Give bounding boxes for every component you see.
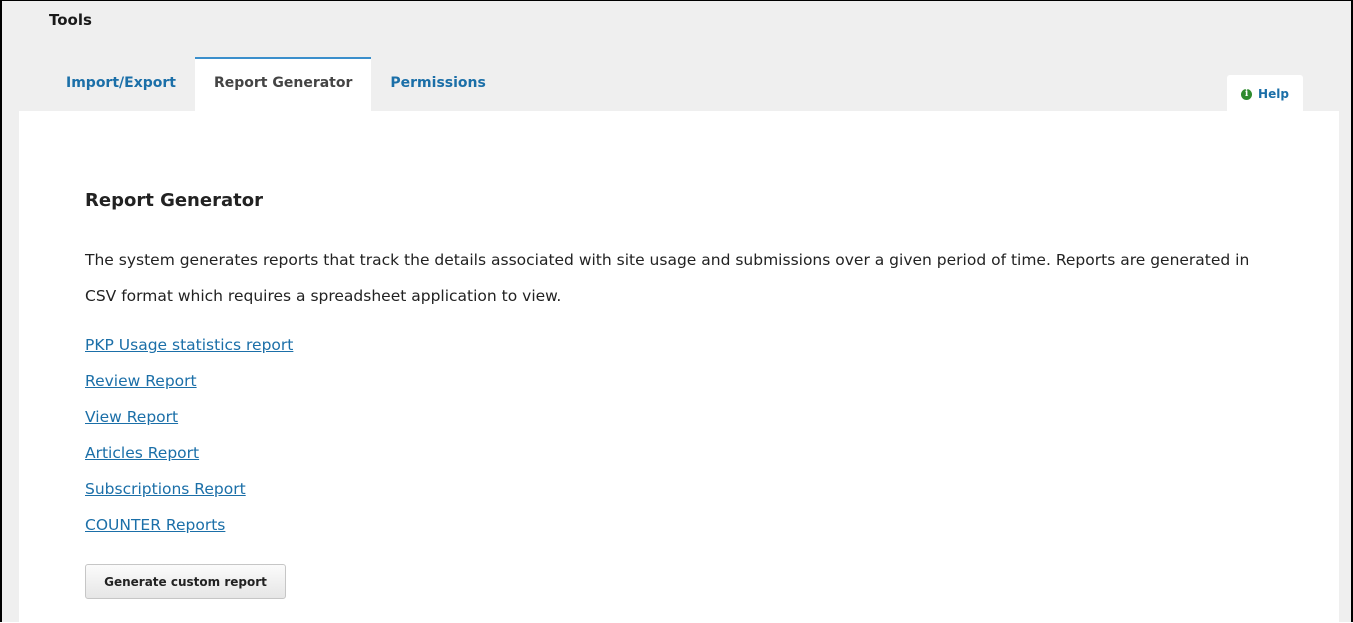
link-subscriptions-report[interactable]: Subscriptions Report — [85, 477, 293, 513]
report-generator-panel: Report Generator The system generates re… — [19, 111, 1339, 623]
tab-report-generator[interactable]: Report Generator — [194, 57, 372, 111]
section-description: The system generates reports that track … — [85, 251, 1250, 305]
section-heading: Report Generator — [85, 190, 263, 211]
help-button[interactable]: i Help — [1227, 75, 1303, 111]
tab-import-export[interactable]: Import/Export — [47, 57, 195, 111]
generate-custom-report-button[interactable]: Generate custom report — [85, 564, 286, 599]
tools-page: Tools Import/Export Report Generator Per… — [0, 0, 1353, 623]
link-counter-reports[interactable]: COUNTER Reports — [85, 513, 293, 549]
report-links-list: PKP Usage statistics report Review Repor… — [85, 333, 293, 549]
info-icon: i — [1241, 88, 1253, 100]
link-articles-report[interactable]: Articles Report — [85, 441, 293, 477]
page-title: Tools — [49, 11, 92, 29]
link-pkp-usage-statistics-report[interactable]: PKP Usage statistics report — [85, 333, 293, 369]
tab-permissions[interactable]: Permissions — [371, 57, 504, 111]
link-review-report[interactable]: Review Report — [85, 369, 293, 405]
link-view-report[interactable]: View Report — [85, 405, 293, 441]
tab-bar: Import/Export Report Generator Permissio… — [47, 57, 505, 111]
help-label: Help — [1258, 87, 1289, 101]
